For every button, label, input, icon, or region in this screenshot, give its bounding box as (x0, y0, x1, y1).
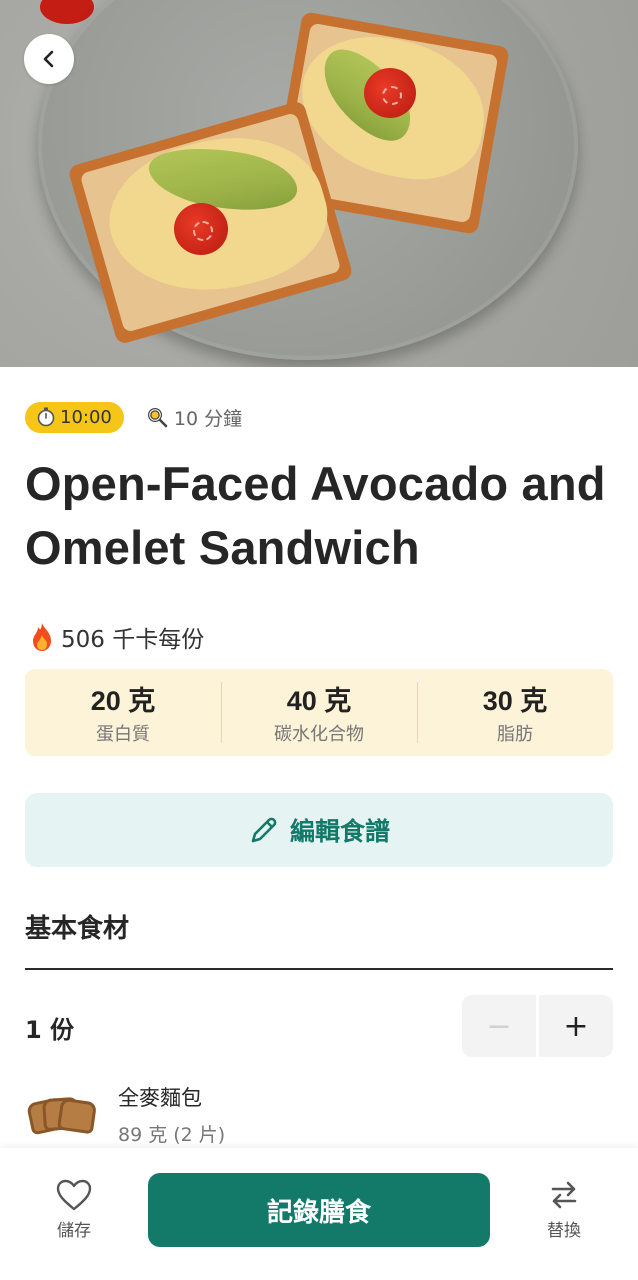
save-label: 儲存 (57, 1221, 91, 1241)
tomato-garnish (40, 0, 94, 24)
swap-arrows-icon (551, 1181, 577, 1209)
macro-carbs: 40 克 碳水化合物 (221, 669, 417, 756)
decrease-servings-button[interactable]: − (462, 995, 536, 1057)
heart-icon (56, 1179, 92, 1211)
ingredient-name: 全麥麵包 (118, 1086, 202, 1110)
recipe-title: Open-Faced Avocado and Omelet Sandwich (25, 457, 606, 574)
macro-label: 脂肪 (497, 724, 533, 745)
macro-value: 20 克 (90, 686, 156, 716)
macros-panel: 20 克 蛋白質 40 克 碳水化合物 30 克 脂肪 (25, 669, 613, 756)
ingredient-amount: 89 克 (2 片) (118, 1124, 226, 1146)
back-button[interactable] (24, 34, 74, 84)
servings-stepper: − + (462, 995, 613, 1057)
edit-recipe-button[interactable]: 編輯食譜 (25, 793, 613, 867)
bread-slices-icon (25, 1094, 99, 1136)
ingredient-item[interactable]: 全麥麵包 89 克 (2 片) (25, 1080, 613, 1150)
bottom-action-bar: 儲存 記錄膳食 替換 (0, 1148, 638, 1280)
swap-label: 替換 (547, 1221, 581, 1241)
edit-recipe-label: 編輯食譜 (289, 817, 390, 846)
tomato-left (174, 203, 228, 255)
macro-label: 蛋白質 (96, 724, 150, 745)
macro-label: 碳水化合物 (274, 724, 364, 745)
chevron-left-icon (43, 50, 54, 68)
fire-icon (33, 623, 51, 651)
ingredients-heading: 基本食材 (25, 914, 130, 944)
save-button[interactable]: 儲存 (48, 1178, 100, 1241)
calories-label: 506 千卡每份 (61, 627, 205, 653)
prep-time: 10:00 (60, 406, 112, 428)
log-meal-button[interactable]: 記錄膳食 (148, 1173, 490, 1247)
recipe-meta: 10:00 10 分鐘 (25, 401, 242, 433)
frying-pan-icon (147, 408, 168, 428)
tomato-right (364, 68, 416, 118)
macro-protein: 20 克 蛋白質 (25, 669, 221, 756)
swap-button[interactable]: 替換 (538, 1178, 590, 1241)
macro-value: 40 克 (286, 686, 352, 716)
calories: 506 千卡每份 (27, 620, 204, 654)
cook-time: 10 分鐘 (146, 404, 242, 431)
divider (25, 968, 613, 970)
stopwatch-icon (37, 407, 55, 427)
recipe-hero-image (0, 0, 638, 367)
increase-servings-button[interactable]: + (539, 995, 613, 1057)
macro-value: 30 克 (482, 686, 548, 716)
macro-fat: 30 克 脂肪 (417, 669, 613, 756)
prep-time-badge: 10:00 (25, 401, 124, 433)
pencil-icon (251, 817, 277, 843)
servings-label: 1 份 (25, 1016, 75, 1044)
cook-time-label: 10 分鐘 (173, 407, 243, 430)
